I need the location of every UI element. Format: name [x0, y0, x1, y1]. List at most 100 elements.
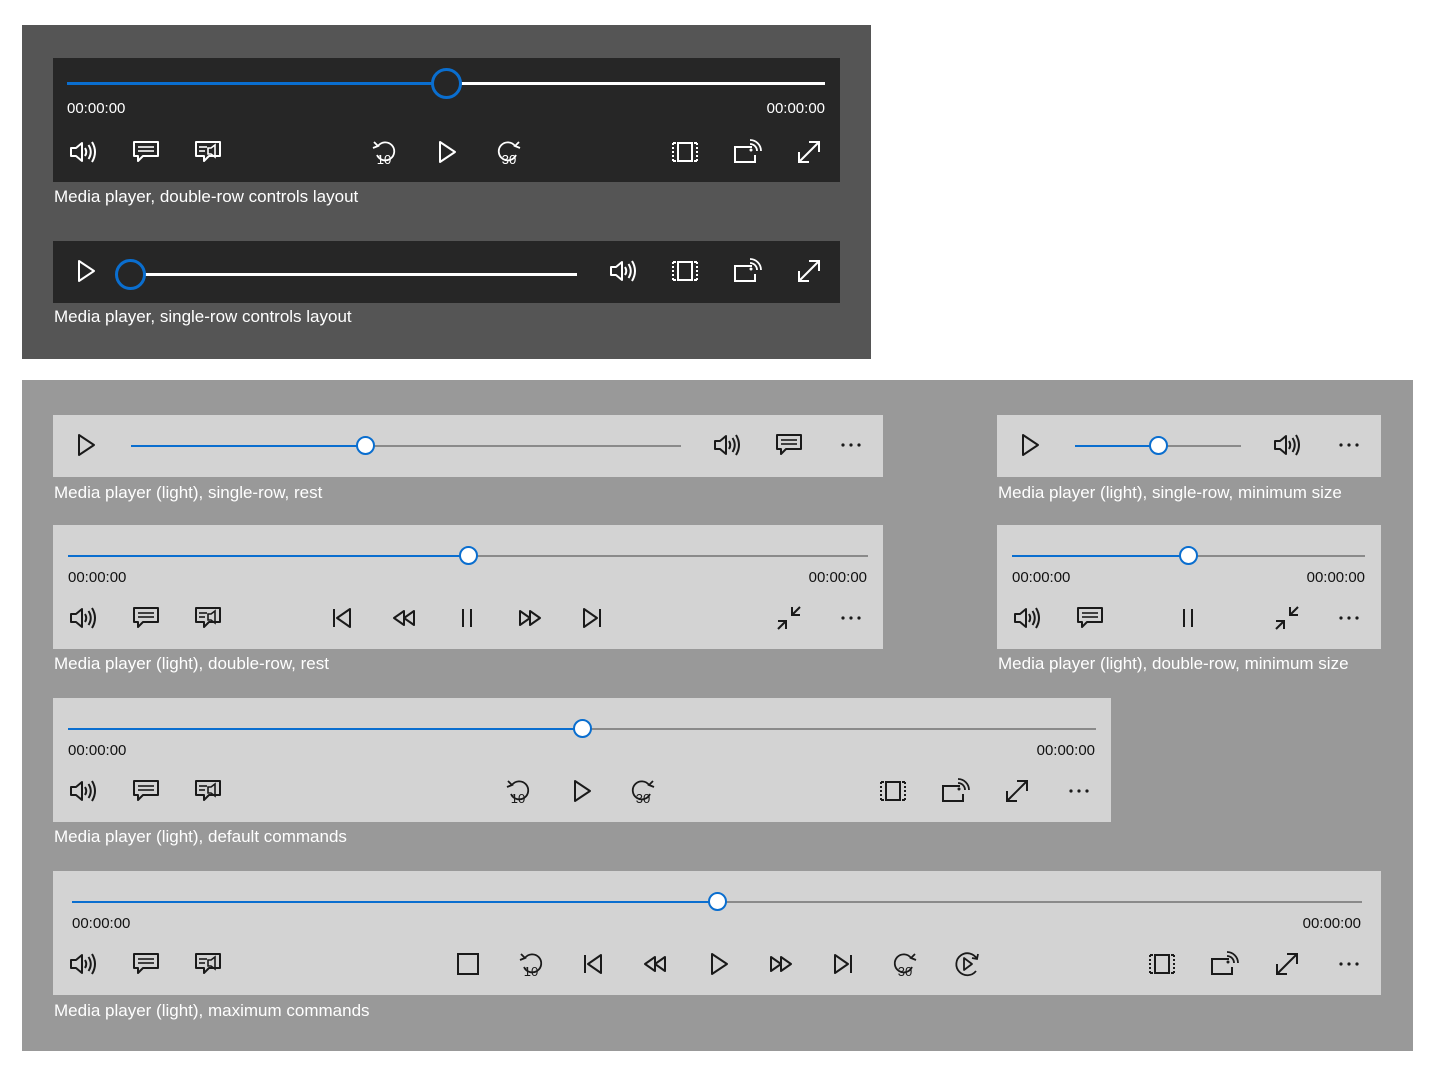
closed-captions-button[interactable] [128, 600, 164, 636]
seek-bar-track[interactable] [131, 445, 681, 447]
rewind-button[interactable] [386, 600, 422, 636]
stop-button[interactable] [450, 946, 486, 982]
svg-text:10: 10 [511, 791, 525, 806]
skip-forward-button[interactable]: 30 [491, 134, 527, 170]
skip-back-button[interactable]: 10 [366, 134, 402, 170]
more-button[interactable] [1331, 427, 1367, 463]
skip-back-icon: 10 [506, 780, 530, 806]
time-elapsed: 00:00:00 [67, 100, 126, 117]
seek-bar-thumb[interactable] [114, 259, 146, 290]
seek-bar-thumb[interactable] [356, 436, 376, 455]
full-screen-button[interactable] [791, 134, 827, 170]
audio-language-button[interactable] [190, 600, 226, 636]
cast-button[interactable] [729, 134, 765, 170]
skip-forward-button[interactable]: 30 [625, 773, 661, 809]
full-screen-button[interactable] [999, 773, 1035, 809]
volume-button[interactable] [65, 600, 101, 636]
exit-full-screen-button[interactable] [1269, 600, 1305, 636]
svg-text:30: 30 [502, 152, 516, 167]
time-remaining: 00:00:00 [1306, 569, 1365, 586]
seek-bar-thumb[interactable] [572, 719, 592, 738]
volume-button[interactable] [65, 773, 101, 809]
audio-language-button[interactable] [190, 946, 226, 982]
caption-light-double-row-minimum: Media player (light), double-row, minimu… [998, 654, 1349, 673]
next-track-button[interactable] [574, 600, 610, 636]
closed-captions-button[interactable] [771, 427, 807, 463]
time-elapsed: 00:00:00 [72, 915, 131, 932]
closed-captions-button[interactable] [128, 946, 164, 982]
volume-button[interactable] [709, 427, 745, 463]
more-icon [841, 443, 861, 447]
pause-button[interactable] [449, 600, 485, 636]
skip-back-button[interactable]: 10 [513, 946, 549, 982]
seek-bar-thumb[interactable] [430, 68, 462, 99]
previous-track-button[interactable] [575, 946, 611, 982]
fast-forward-button[interactable] [512, 600, 548, 636]
play-button[interactable] [67, 427, 103, 463]
volume-icon [70, 780, 96, 802]
zoom-icon [1149, 954, 1175, 974]
volume-icon [70, 141, 96, 163]
full-screen-button[interactable] [791, 253, 827, 289]
pause-icon [462, 609, 472, 627]
caption-dark-single-row: Media player, single-row controls layout [54, 307, 352, 326]
closed-captions-button[interactable] [128, 773, 164, 809]
next-track-icon [834, 954, 852, 974]
next-track-button[interactable] [825, 946, 861, 982]
more-button[interactable] [833, 427, 869, 463]
fast-forward-button[interactable] [763, 946, 799, 982]
volume-button[interactable] [1269, 427, 1305, 463]
cast-button[interactable] [937, 773, 973, 809]
play-button[interactable] [1011, 427, 1047, 463]
closed-captions-button[interactable] [128, 134, 164, 170]
pause-button[interactable] [1170, 600, 1206, 636]
more-icon [1339, 443, 1359, 447]
time-elapsed: 00:00:00 [68, 569, 127, 586]
previous-track-button[interactable] [324, 600, 360, 636]
audio-language-icon [195, 953, 221, 974]
more-button[interactable] [833, 600, 869, 636]
volume-button[interactable] [1009, 600, 1045, 636]
zoom-button[interactable] [875, 773, 911, 809]
skip-forward-button[interactable]: 30 [887, 946, 923, 982]
volume-button[interactable] [65, 946, 101, 982]
audio-language-button[interactable] [190, 134, 226, 170]
closed-captions-button[interactable] [1072, 600, 1108, 636]
play-button[interactable] [428, 134, 464, 170]
cast-icon [734, 258, 762, 282]
seek-bar-track[interactable] [130, 273, 577, 276]
cast-button[interactable] [1206, 946, 1242, 982]
playback-rate-button[interactable] [949, 946, 985, 982]
volume-button[interactable] [65, 134, 101, 170]
seek-bar-thumb[interactable] [707, 892, 727, 911]
closed-captions-icon [133, 141, 159, 162]
skip-forward-icon: 30 [893, 953, 917, 979]
zoom-button[interactable] [1144, 946, 1180, 982]
play-button[interactable] [67, 253, 103, 289]
seek-bar-thumb[interactable] [1179, 546, 1198, 565]
seek-bar-thumb[interactable] [458, 546, 478, 565]
more-button[interactable] [1331, 600, 1367, 636]
seek-bar-thumb[interactable] [1148, 436, 1168, 455]
cast-button[interactable] [729, 253, 765, 289]
pause-icon [1183, 609, 1193, 627]
zoom-icon [880, 781, 906, 801]
more-button[interactable] [1061, 773, 1097, 809]
audio-language-button[interactable] [190, 773, 226, 809]
play-button[interactable] [700, 946, 736, 982]
zoom-button[interactable] [667, 253, 703, 289]
closed-captions-icon [1077, 607, 1103, 628]
exit-full-screen-button[interactable] [771, 600, 807, 636]
more-button[interactable] [1331, 946, 1367, 982]
play-button[interactable] [563, 773, 599, 809]
skip-back-button[interactable]: 10 [500, 773, 536, 809]
full-screen-button[interactable] [1269, 946, 1305, 982]
rewind-button[interactable] [637, 946, 673, 982]
fast-forward-icon [519, 610, 541, 626]
seek-bar-progress [131, 445, 366, 447]
zoom-button[interactable] [667, 134, 703, 170]
volume-button[interactable] [605, 253, 641, 289]
volume-icon [714, 434, 740, 456]
skip-forward-icon: 30 [497, 141, 521, 167]
more-icon [841, 616, 861, 620]
